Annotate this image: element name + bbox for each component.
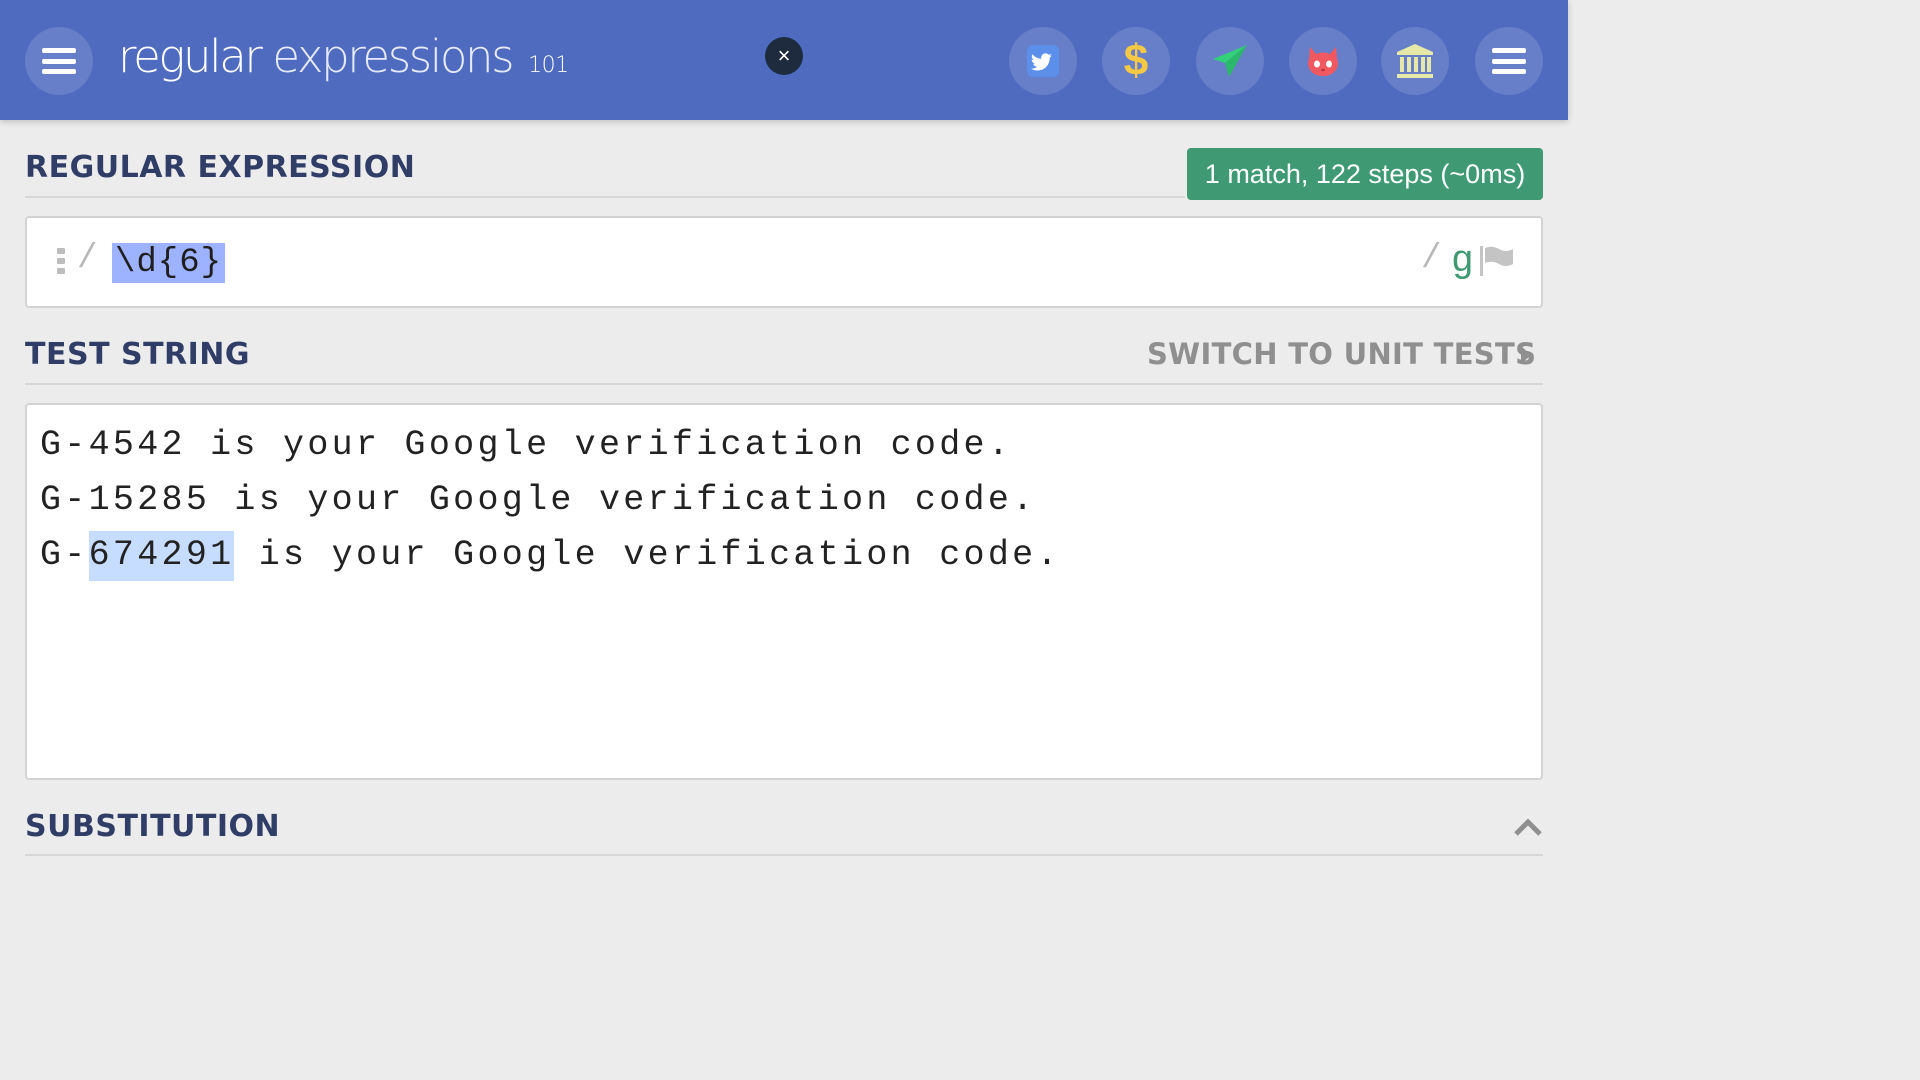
test-string-section-title: TEST STRING [25,337,251,372]
drag-handle-icon[interactable] [57,248,65,274]
substitution-section-divider [25,854,1543,856]
regex-section-divider [25,196,1185,198]
regex-open-delimiter: / [77,240,98,278]
twitter-button[interactable] [1009,27,1077,95]
feedback-button[interactable] [1196,27,1264,95]
match-highlight: 674291 [88,531,235,581]
line-suffix: is your Google verification code. [234,535,1061,575]
line-prefix: G- [40,535,89,575]
test-string-line: G-4542 is your Google verification code. [40,425,1013,465]
github-icon [1308,47,1338,76]
substitution-section-title: SUBSTITUTION [25,809,281,844]
library-button[interactable] [1381,27,1449,95]
main-menu-button[interactable] [25,27,93,95]
match-info-badge: 1 match, 122 steps (~0ms) [1187,148,1543,200]
test-string-section-divider [25,383,1543,385]
regex-section-title: REGULAR EXPRESSION [25,150,416,185]
logo-text-regular: regular [118,30,263,83]
regex-editor[interactable]: / \d{6} / g [25,216,1543,308]
test-string-line: G-15285 is your Google verification code… [40,480,1037,520]
caret-right-icon[interactable] [1521,346,1531,364]
close-icon: × [777,43,791,68]
app-logo[interactable]: regular expressions 101 [118,30,569,83]
flag-icon[interactable] [1480,246,1516,276]
top-navigation-bar: regular expressions 101 × $ [0,0,1568,120]
github-button[interactable] [1289,27,1357,95]
test-string-line: G-674291 is your Google verification cod… [40,531,1061,581]
logo-text-expressions: expressions [272,30,514,83]
logo-version: 101 [528,53,569,78]
menu-icon [1492,48,1526,74]
test-string-editor[interactable]: G-4542 is your Google verification code.… [25,403,1543,780]
switch-to-unit-tests-link[interactable]: SWITCH TO UNIT TESTS [1147,337,1536,371]
bank-icon [1397,44,1433,78]
dollar-icon: $ [1123,36,1149,85]
twitter-icon [1027,45,1059,77]
settings-menu-button[interactable] [1475,27,1543,95]
send-icon [1213,45,1247,77]
donate-button[interactable]: $ [1102,27,1170,95]
menu-icon [42,48,76,74]
regex-input[interactable]: \d{6} [112,243,226,283]
regex-close-delimiter: / [1421,240,1442,278]
regex-flags[interactable]: g [1451,240,1474,283]
chevron-up-icon[interactable] [1513,817,1543,837]
close-button[interactable]: × [765,37,803,75]
